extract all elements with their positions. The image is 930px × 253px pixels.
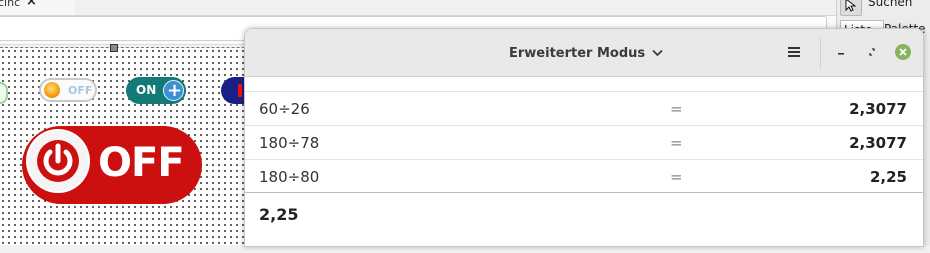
plus-symbol: + [167, 80, 183, 101]
editor-tab[interactable]: cinc × [0, 0, 75, 15]
switch-on-label: ON [136, 83, 157, 97]
history-equals: = [670, 100, 683, 118]
power-bar-icon [238, 84, 242, 97]
cursor-icon [845, 0, 857, 12]
minimize-icon[interactable] [835, 47, 847, 59]
calculator-window: Erweiterter Modus 60÷26 = 2,3077 180÷78 … [244, 28, 924, 247]
pointer-tool-button[interactable] [840, 0, 862, 16]
close-tab-icon[interactable]: × [26, 0, 37, 8]
history-expression: 180÷80 [259, 168, 320, 186]
tab-search[interactable]: Suchen [868, 0, 912, 9]
switch-off-label: OFF [68, 84, 93, 97]
chevron-down-icon [652, 49, 663, 57]
history-expression: 60÷26 [259, 100, 310, 118]
calculator-header-bar: Erweiterter Modus [245, 29, 923, 77]
close-icon [899, 48, 907, 56]
history-expression: 180÷78 [259, 134, 320, 152]
history-row[interactable]: 180÷80 = 2,25 [245, 159, 923, 194]
toggle-switch-off-small[interactable]: OFF [39, 78, 97, 102]
editor-tab-bar [0, 0, 836, 16]
hamburger-menu-icon[interactable] [787, 45, 801, 59]
calculator-input-area[interactable]: 2,25 [245, 193, 923, 246]
history-row[interactable]: 180÷78 = 2,3077 [245, 125, 923, 160]
power-icon [28, 131, 88, 191]
history-result: 2,3077 [849, 134, 907, 152]
history-result: 2,3077 [849, 100, 907, 118]
restore-icon[interactable] [866, 46, 878, 58]
switch-knob [44, 82, 60, 98]
calculation-history: 60÷26 = 2,3077 180÷78 = 2,3077 180÷80 = … [245, 77, 923, 193]
mode-selector-button[interactable]: Erweiterter Modus [509, 44, 663, 62]
history-equals: = [670, 134, 683, 152]
plus-icon: + [163, 80, 184, 101]
toggle-switch-on[interactable]: ON + [126, 77, 186, 104]
editor-tab-label: cinc [0, 0, 21, 9]
history-equals: = [670, 168, 683, 186]
mode-label: Erweiterter Modus [509, 45, 646, 61]
selection-handle[interactable] [110, 44, 118, 52]
close-window-button[interactable] [895, 44, 911, 60]
history-result: 2,25 [869, 168, 907, 186]
history-row[interactable]: 60÷26 = 2,3077 [245, 91, 923, 126]
calculator-input-value: 2,25 [259, 205, 299, 224]
header-separator [820, 37, 821, 69]
power-switch-label: OFF [98, 140, 185, 186]
power-switch-off[interactable]: OFF [22, 126, 202, 204]
